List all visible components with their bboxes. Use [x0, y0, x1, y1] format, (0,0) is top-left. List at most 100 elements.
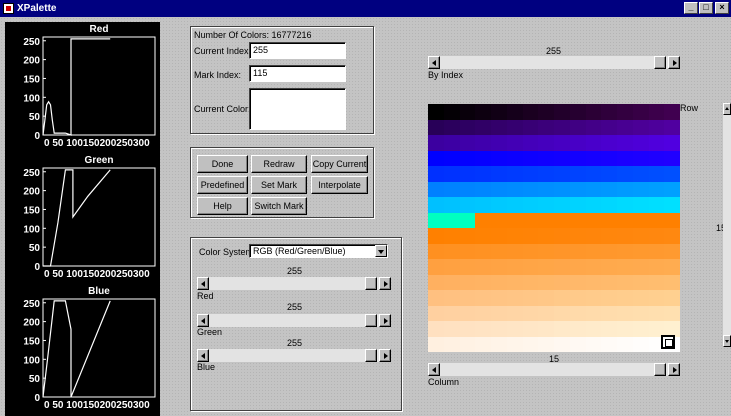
- palette-cell[interactable]: [664, 212, 680, 228]
- palette-cell[interactable]: [443, 197, 460, 213]
- palette-cell[interactable]: [428, 336, 444, 352]
- palette-cell[interactable]: [601, 336, 617, 352]
- palette-cell[interactable]: [491, 166, 507, 182]
- palette-cell[interactable]: [506, 290, 523, 306]
- copy-current-button[interactable]: Copy Current: [311, 155, 368, 173]
- palette-cell[interactable]: [617, 166, 633, 182]
- palette-cell[interactable]: [648, 181, 665, 197]
- palette-cell[interactable]: [554, 259, 570, 275]
- palette-cell[interactable]: [585, 228, 602, 244]
- palette-cell[interactable]: [648, 135, 665, 151]
- palette-cell[interactable]: [428, 290, 444, 306]
- palette-cell[interactable]: [538, 104, 554, 120]
- palette-cell[interactable]: [459, 212, 476, 228]
- palette-cell[interactable]: [585, 135, 602, 151]
- palette-cell[interactable]: [522, 212, 539, 228]
- palette-cell[interactable]: [475, 197, 491, 213]
- palette-cell[interactable]: [569, 150, 586, 166]
- palette-cell[interactable]: [506, 119, 523, 135]
- green-slider[interactable]: [197, 314, 391, 327]
- palette-cell[interactable]: [617, 135, 633, 151]
- palette-cell[interactable]: [569, 243, 586, 259]
- palette-cell[interactable]: [648, 119, 665, 135]
- palette-cell[interactable]: [632, 135, 649, 151]
- palette-cell[interactable]: [648, 150, 665, 166]
- palette-cell[interactable]: [522, 197, 539, 213]
- palette-cell[interactable]: [632, 274, 649, 290]
- palette-cell[interactable]: [522, 336, 539, 352]
- red-slider[interactable]: [197, 277, 391, 290]
- palette-cell[interactable]: [648, 228, 665, 244]
- palette-cell[interactable]: [648, 243, 665, 259]
- palette-cell[interactable]: [617, 181, 633, 197]
- interpolate-button[interactable]: Interpolate: [311, 176, 368, 194]
- graph-curve[interactable]: [42, 300, 111, 398]
- palette-cell[interactable]: [522, 166, 539, 182]
- palette-cell[interactable]: [664, 290, 680, 306]
- palette-cell[interactable]: [617, 274, 633, 290]
- palette-cell[interactable]: [664, 305, 680, 321]
- palette-cell[interactable]: [632, 290, 649, 306]
- palette-cell[interactable]: [475, 119, 491, 135]
- scroll-left-icon[interactable]: [197, 349, 209, 362]
- palette-cell[interactable]: [506, 166, 523, 182]
- palette-cell[interactable]: [475, 104, 491, 120]
- palette-cell[interactable]: [538, 135, 554, 151]
- palette-cell[interactable]: [569, 104, 586, 120]
- palette-cell[interactable]: [554, 212, 570, 228]
- palette-cell[interactable]: [443, 119, 460, 135]
- palette-cell[interactable]: [538, 212, 554, 228]
- palette-cell[interactable]: [459, 104, 476, 120]
- done-button[interactable]: Done: [197, 155, 248, 173]
- palette-cell[interactable]: [443, 305, 460, 321]
- graph-curve[interactable]: [42, 38, 111, 136]
- palette-cell[interactable]: [428, 135, 444, 151]
- palette-cell[interactable]: [585, 305, 602, 321]
- palette-cell[interactable]: [491, 104, 507, 120]
- palette-cell[interactable]: [428, 181, 444, 197]
- palette-cell[interactable]: [443, 321, 460, 337]
- column-slider-thumb[interactable]: [654, 363, 666, 376]
- help-button[interactable]: Help: [197, 197, 248, 215]
- scroll-down-icon[interactable]: [723, 335, 731, 347]
- minimize-button[interactable]: _: [684, 2, 698, 14]
- palette-cell[interactable]: [522, 305, 539, 321]
- palette-cell[interactable]: [475, 166, 491, 182]
- palette-cell[interactable]: [475, 243, 491, 259]
- palette-cell[interactable]: [506, 104, 523, 120]
- palette-cell[interactable]: [569, 197, 586, 213]
- palette-cell[interactable]: [632, 119, 649, 135]
- palette-cell[interactable]: [538, 166, 554, 182]
- palette-cell[interactable]: [554, 274, 570, 290]
- palette-cell[interactable]: [585, 243, 602, 259]
- palette-cell[interactable]: [648, 104, 665, 120]
- palette-cell[interactable]: [443, 166, 460, 182]
- palette-cell[interactable]: [475, 228, 491, 244]
- palette-cell[interactable]: [601, 119, 617, 135]
- palette-cell[interactable]: [443, 290, 460, 306]
- palette-cell[interactable]: [443, 104, 460, 120]
- palette-cell[interactable]: [491, 274, 507, 290]
- palette-cell[interactable]: [554, 135, 570, 151]
- palette-cell[interactable]: [506, 259, 523, 275]
- palette-cell[interactable]: [522, 290, 539, 306]
- palette-cell[interactable]: [569, 228, 586, 244]
- column-slider[interactable]: [428, 363, 680, 376]
- palette-cell[interactable]: [459, 228, 476, 244]
- palette-cell[interactable]: [569, 336, 586, 352]
- green-slider-thumb[interactable]: [365, 314, 377, 327]
- palette-cell[interactable]: [443, 336, 460, 352]
- palette-cell[interactable]: [632, 228, 649, 244]
- palette-cell[interactable]: [648, 212, 665, 228]
- palette-cell[interactable]: [601, 150, 617, 166]
- palette-cell[interactable]: [617, 119, 633, 135]
- palette-cell[interactable]: [459, 197, 476, 213]
- palette-cell[interactable]: [585, 150, 602, 166]
- palette-cell[interactable]: [569, 135, 586, 151]
- color-system-select[interactable]: RGB (Red/Green/Blue): [249, 244, 388, 258]
- palette-cell[interactable]: [585, 104, 602, 120]
- palette-cell[interactable]: [491, 181, 507, 197]
- palette-cell[interactable]: [506, 150, 523, 166]
- palette-cell[interactable]: [617, 243, 633, 259]
- palette-cell[interactable]: [506, 212, 523, 228]
